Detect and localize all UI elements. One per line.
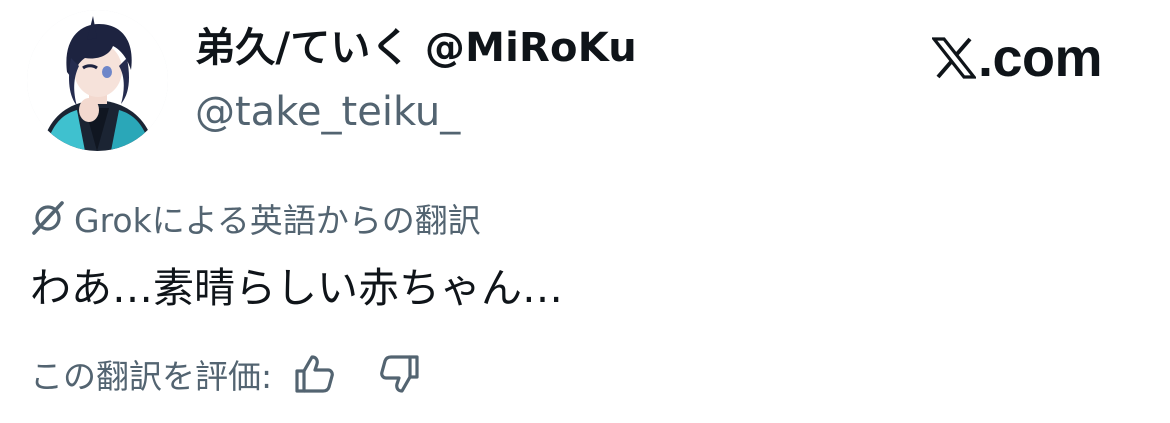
anime-character-avatar-icon bbox=[27, 10, 168, 151]
x-logo-icon bbox=[932, 37, 976, 79]
author-display-name[interactable]: 弟久/ていく @MiRoKu bbox=[195, 24, 637, 72]
thumbs-up-icon bbox=[295, 355, 334, 393]
grok-icon bbox=[32, 201, 64, 235]
rate-translation-label: この翻訳を評価: bbox=[30, 357, 273, 396]
translated-tweet-text: わあ…素晴らしい赤ちゃん… bbox=[30, 264, 563, 312]
translation-attribution: Grokによる英語からの翻訳 bbox=[30, 194, 481, 242]
thumbs-down-button[interactable] bbox=[376, 350, 424, 398]
thumbs-down-icon bbox=[380, 355, 419, 393]
rate-translation-row: この翻訳を評価: bbox=[30, 350, 424, 398]
author-handle[interactable]: @take_teiku_ bbox=[195, 88, 460, 136]
translation-attribution-label: Grokによる英語からの翻訳 bbox=[74, 201, 481, 240]
thumbs-up-button[interactable] bbox=[290, 350, 338, 398]
avatar[interactable] bbox=[27, 10, 168, 151]
x-brand: .com bbox=[932, 28, 1103, 88]
brand-domain-text: .com bbox=[978, 28, 1103, 88]
